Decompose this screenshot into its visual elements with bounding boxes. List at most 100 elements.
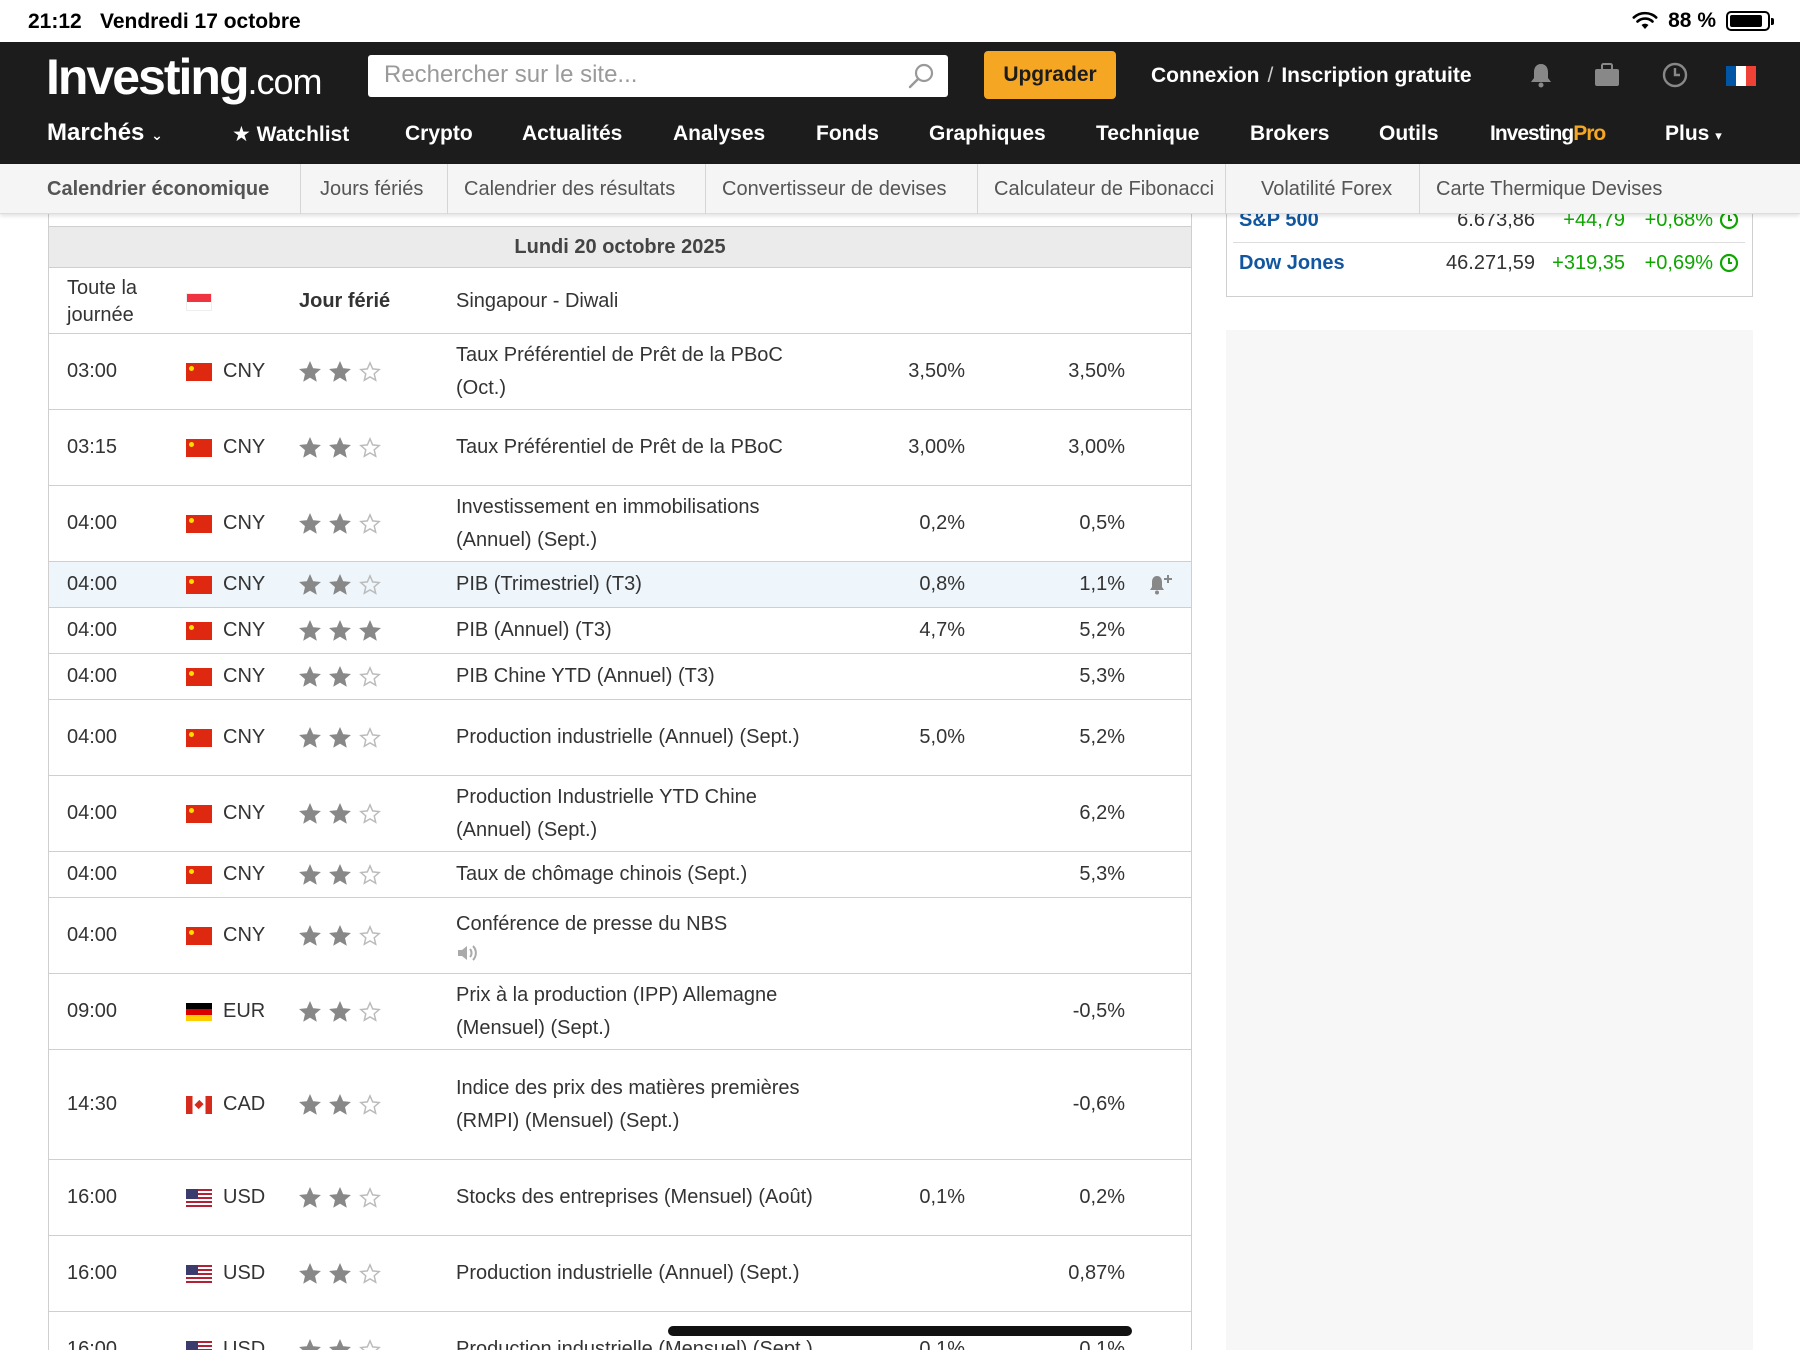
nav-technical[interactable]: Technique <box>1096 122 1199 146</box>
nav-investingpro[interactable]: InvestingPro <box>1490 122 1606 146</box>
importance-star-icon <box>299 1262 321 1285</box>
tab-currency-converter[interactable]: Convertisseur de devises <box>722 164 978 214</box>
quote-row[interactable]: Dow Jones 46.271,59 +319,35 +0,69% <box>1233 243 1745 283</box>
event-name[interactable]: Taux Préférentiel de Prêt de la PBoC (Oc… <box>456 339 816 405</box>
nav-analysis[interactable]: Analyses <box>673 122 765 146</box>
nav-news[interactable]: Actualités <box>522 122 622 146</box>
search-icon[interactable] <box>906 61 936 91</box>
table-row[interactable]: 03:15 CNY Taux Préférentiel de Prêt de la … <box>49 410 1191 486</box>
status-date: Vendredi 17 octobre <box>100 10 301 33</box>
table-row[interactable]: 04:00 CNY Conférence de presse du NBS <box>49 898 1191 974</box>
tab-earnings-calendar[interactable]: Calendrier des résultats <box>464 164 706 214</box>
quote-name[interactable]: Dow Jones <box>1239 252 1345 275</box>
event-actual <box>849 852 965 897</box>
table-row-holiday[interactable]: Toute la journée Jour férié Singapour - Di… <box>49 270 1191 334</box>
tab-fibonacci-calculator[interactable]: Calculateur de Fibonacci <box>994 164 1226 214</box>
event-time: 04:00 <box>67 665 118 687</box>
table-row[interactable]: 16:00 USD Stocks des entreprises (Mensuel)… <box>49 1160 1191 1236</box>
importance-star-icon <box>329 802 351 825</box>
table-row[interactable]: 04:00 CNY PIB Chine YTD (Annuel) (T3) 5,3% <box>49 654 1191 700</box>
importance-star-icon <box>299 512 321 535</box>
event-importance <box>299 898 399 973</box>
event-name[interactable]: Singapour - Diwali <box>456 270 816 333</box>
event-importance <box>299 608 399 653</box>
login-link[interactable]: Connexion <box>1151 64 1260 87</box>
event-name[interactable]: Production industrielle (Annuel) (Sept.) <box>456 1257 800 1290</box>
event-time: 04:00 <box>67 619 118 641</box>
event-name[interactable]: Production Industrielle YTD Chine (Annue… <box>456 781 816 847</box>
nav-crypto[interactable]: Crypto <box>405 122 473 146</box>
flag-cn-icon <box>186 804 212 823</box>
table-row[interactable]: 04:00 CNY Investissement en immobilisation… <box>49 486 1191 562</box>
event-previous: 3,00% <box>1068 436 1125 458</box>
event-currency: CNY <box>223 436 266 458</box>
nav-watchlist[interactable]: ★ Watchlist <box>232 122 349 147</box>
table-row[interactable]: 04:00 CNY Taux de chômage chinois (Sept.) 5… <box>49 852 1191 898</box>
quote-change: +319,35 <box>1552 251 1625 274</box>
importance-star-icon <box>299 1000 321 1023</box>
table-row[interactable]: 16:00 USD Production industrielle (Annuel)… <box>49 1236 1191 1312</box>
bell-plus-icon[interactable] <box>1147 573 1173 597</box>
importance-star-icon <box>329 360 351 383</box>
importance-star-icon <box>299 1186 321 1209</box>
event-name[interactable]: Investissement en immobilisations (Annue… <box>456 491 816 557</box>
logo[interactable]: Investing.com <box>46 48 323 106</box>
event-currency: CNY <box>223 573 266 595</box>
event-name[interactable]: PIB (Trimestriel) (T3) <box>456 568 642 601</box>
event-name[interactable]: Production industrielle (Annuel) (Sept.) <box>456 721 800 754</box>
importance-star-icon <box>299 360 321 383</box>
tab-currency-heatmap[interactable]: Carte Thermique Devises <box>1436 164 1704 214</box>
importance-star-icon <box>299 802 321 825</box>
event-currency: CNY <box>223 512 266 534</box>
tab-holidays[interactable]: Jours fériés <box>320 164 448 214</box>
nav-charts[interactable]: Graphiques <box>929 122 1046 146</box>
sub-nav: Calendrier économique Jours fériés Calen… <box>0 164 1800 214</box>
event-actual <box>849 1236 965 1311</box>
table-row[interactable]: 04:00 CNY Production industrielle (Annuel)… <box>49 700 1191 776</box>
search-input[interactable] <box>384 55 904 95</box>
nav-tools[interactable]: Outils <box>1379 122 1439 146</box>
event-previous: 1,1% <box>1079 573 1125 595</box>
signup-link[interactable]: Inscription gratuite <box>1281 64 1471 87</box>
nav-funds[interactable]: Fonds <box>816 122 879 146</box>
event-name[interactable]: Indice des prix des matières premières (… <box>456 1072 816 1138</box>
tab-economic-calendar[interactable]: Calendrier économique <box>47 164 301 214</box>
event-name[interactable]: Prix à la production (IPP) Allemagne (Me… <box>456 979 816 1045</box>
event-name[interactable]: PIB Chine YTD (Annuel) (T3) <box>456 660 715 693</box>
event-currency: USD <box>223 1262 266 1284</box>
event-actual <box>849 974 965 1049</box>
importance-star-icon <box>329 1186 351 1209</box>
table-row[interactable]: 04:00 CNY Production Industrielle YTD Chin… <box>49 776 1191 852</box>
home-indicator[interactable] <box>668 1326 1132 1336</box>
importance-star-icon <box>299 619 321 642</box>
table-row[interactable]: 09:00 EUR Prix à la production (IPP) Allem… <box>49 974 1191 1050</box>
bell-icon[interactable] <box>1526 60 1556 90</box>
tab-forex-volatility[interactable]: Volatilité Forex <box>1261 164 1420 214</box>
nav-brokers[interactable]: Brokers <box>1250 122 1329 146</box>
importance-star-icon <box>329 863 351 886</box>
event-previous: -0,6% <box>1072 1093 1125 1115</box>
event-name[interactable]: Conférence de presse du NBS <box>456 908 727 941</box>
importance-star-icon <box>329 924 351 947</box>
importance-star-icon <box>359 573 381 596</box>
nav-more[interactable]: Plus ▾ <box>1665 122 1722 146</box>
clock-icon[interactable] <box>1660 60 1690 90</box>
table-row[interactable]: 04:00 CNY PIB (Trimestriel) (T3) 0,8% 1,1% <box>49 562 1191 608</box>
upgrade-button[interactable]: Upgrader <box>984 51 1116 99</box>
event-time: 16:00 <box>67 1186 118 1208</box>
speaker-icon[interactable] <box>456 943 478 963</box>
event-name[interactable]: Taux de chômage chinois (Sept.) <box>456 858 747 891</box>
event-name[interactable]: PIB (Annuel) (T3) <box>456 614 612 647</box>
event-importance <box>299 974 399 1049</box>
event-time: 14:30 <box>67 1093 118 1115</box>
event-name[interactable]: Taux Préférentiel de Prêt de la PBoC <box>456 431 783 464</box>
table-row[interactable]: 14:30 CAD Indice des prix des matières pre… <box>49 1050 1191 1160</box>
event-name[interactable]: Stocks des entreprises (Mensuel) (Août) <box>456 1181 813 1214</box>
flag-fr-icon[interactable] <box>1726 66 1756 86</box>
event-actual: 5,0% <box>919 726 965 748</box>
event-time: 04:00 <box>67 573 118 595</box>
briefcase-icon[interactable] <box>1592 60 1622 90</box>
table-row[interactable]: 04:00 CNY PIB (Annuel) (T3) 4,7% 5,2% <box>49 608 1191 654</box>
nav-markets[interactable]: Marchés ⌄ <box>47 119 163 147</box>
table-row[interactable]: 03:00 CNY Taux Préférentiel de Prêt de la … <box>49 334 1191 410</box>
